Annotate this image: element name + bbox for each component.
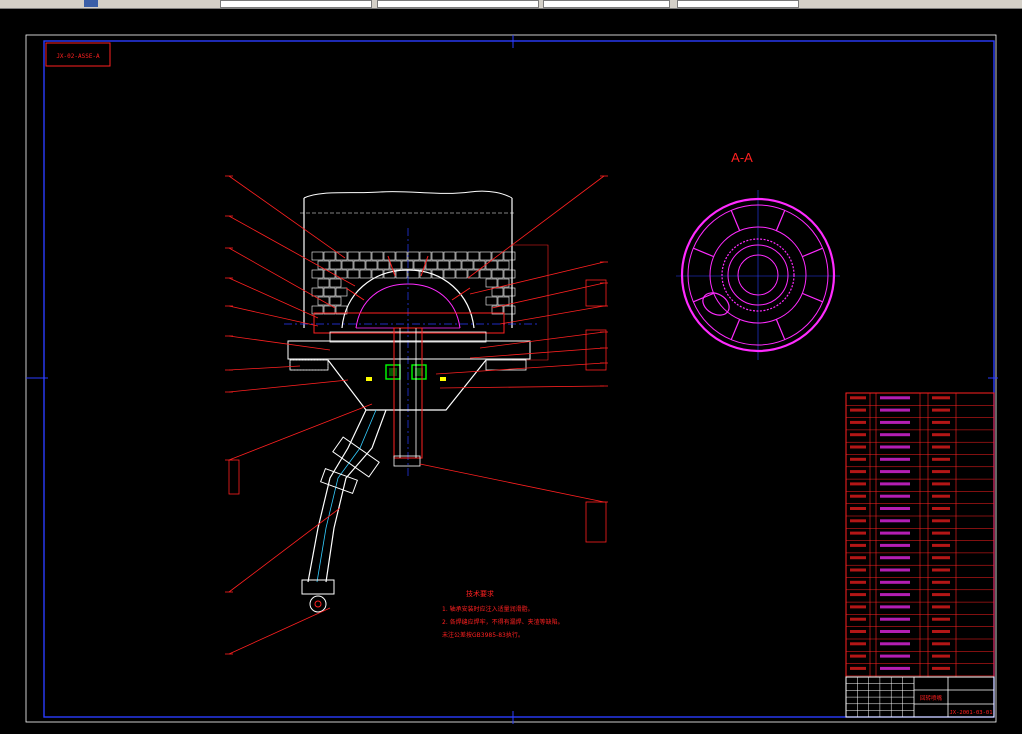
linetype-dropdown[interactable]: [543, 0, 670, 8]
title-stamp: JX-02-ASSE-A: [45, 42, 111, 67]
toolbar-button-icon[interactable]: [84, 0, 98, 7]
technical-notes: 技术要求 1. 轴承安装时应注入适量润滑脂。 2. 各焊缝应焊牢，不得有漏焊、夹…: [442, 589, 564, 639]
main-assembly-view: [284, 190, 549, 613]
title-block: 回转喷嘴 JX-2001-03-01: [845, 676, 995, 718]
drawing-number: JX-2001-03-01: [949, 710, 992, 716]
title-block-name: 回转喷嘴: [920, 694, 943, 702]
note-line-3: 未注公差按GB3985-83执行。: [442, 631, 524, 639]
color-dropdown[interactable]: [377, 0, 539, 8]
notes-title: 技术要求: [466, 589, 494, 598]
lineweight-dropdown[interactable]: [677, 0, 799, 8]
layer-dropdown[interactable]: [220, 0, 372, 8]
note-line-1: 1. 轴承安装时应注入适量润滑脂。: [442, 605, 534, 613]
section-a-a-view: A-A: [676, 150, 840, 360]
inner-border: [43, 40, 995, 718]
bill-of-materials-table: [845, 392, 995, 678]
note-line-2: 2. 各焊缝应焊牢，不得有漏焊、夹渣等缺陷。: [442, 618, 564, 626]
part-balloons-left: [225, 175, 240, 655]
status-bar: [0, 726, 60, 734]
cad-drawing-canvas[interactable]: JX-02-ASSE-A A-A 技术要求 1. 轴承安装时应注入适量润滑脂。 …: [0, 8, 1022, 734]
title-stamp-text: JX-02-ASSE-A: [56, 53, 100, 60]
part-balloons-right: [585, 175, 608, 543]
section-a-a-label: A-A: [731, 150, 753, 165]
